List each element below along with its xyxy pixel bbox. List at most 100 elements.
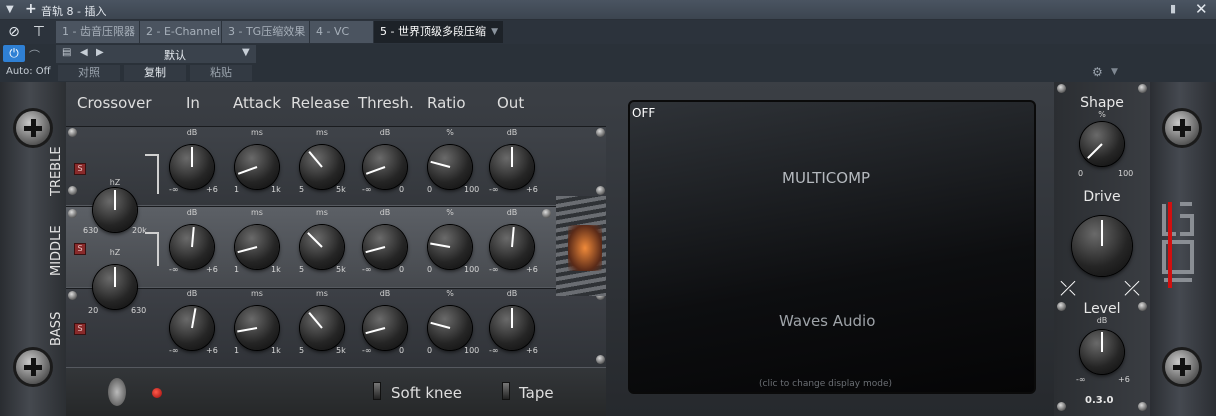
prev-preset-icon[interactable]: ◀ bbox=[80, 47, 88, 58]
shape-label: Shape bbox=[1080, 95, 1124, 111]
shape-knob[interactable] bbox=[1080, 122, 1124, 166]
preset-bar: ▤ ◀ ▶ 默认 ▼ bbox=[56, 45, 256, 63]
screw-icon bbox=[1057, 402, 1066, 411]
middle-release-unit: ms bbox=[316, 208, 328, 217]
header-release: Release bbox=[291, 94, 350, 112]
treble-thresh-min: -∞ bbox=[362, 185, 372, 194]
soft-knee-switch[interactable] bbox=[373, 382, 381, 400]
middle-in-knob[interactable] bbox=[170, 225, 214, 269]
tab-1[interactable]: 1 - 齿音压限器 bbox=[56, 21, 140, 43]
soft-knee-label: Soft knee bbox=[391, 384, 463, 402]
treble-thresh-knob[interactable] bbox=[363, 145, 407, 189]
title-bar: ▼ + 音轨 8 - 插入 ▮ ✕ bbox=[0, 0, 1216, 20]
tab-5[interactable]: 5 - 世界顶级多段压缩 ▼ bbox=[374, 21, 504, 43]
tab-3[interactable]: 3 - TG压缩效果 bbox=[222, 21, 310, 43]
shape-min: 0 bbox=[1078, 169, 1084, 178]
bass-in-min: -∞ bbox=[169, 346, 179, 355]
tape-label: Tape bbox=[519, 384, 554, 402]
tab-2[interactable]: 2 - E-Channel bbox=[140, 21, 222, 43]
treble-in-knob[interactable] bbox=[170, 145, 214, 189]
treble-release-min: 5 bbox=[299, 185, 305, 194]
middle-ratio-knob[interactable] bbox=[428, 225, 472, 269]
preset-list-icon[interactable]: ▤ bbox=[62, 47, 71, 58]
treble-in-min: -∞ bbox=[169, 185, 179, 194]
rack-screw-icon bbox=[1165, 111, 1199, 145]
shape-max: 100 bbox=[1118, 169, 1134, 178]
tab-dropdown-icon[interactable]: ▼ bbox=[491, 21, 498, 43]
solo-bass-button[interactable]: S bbox=[74, 323, 86, 335]
logo-accent bbox=[1168, 202, 1172, 288]
settings-dropdown-icon[interactable]: ▼ bbox=[1111, 67, 1118, 77]
middle-out-knob[interactable] bbox=[490, 225, 534, 269]
middle-attack-min: 1 bbox=[234, 265, 240, 274]
drive-min-curve-icon: ⤫ bbox=[1060, 276, 1076, 300]
bass-out-knob[interactable] bbox=[490, 306, 534, 350]
treble-attack-knob[interactable] bbox=[235, 145, 279, 189]
bypass-icon[interactable]: ⊘ bbox=[3, 22, 25, 42]
level-knob[interactable] bbox=[1080, 330, 1124, 374]
display-screen[interactable] bbox=[628, 100, 1036, 394]
next-preset-icon[interactable]: ▶ bbox=[96, 47, 104, 58]
pin-icon[interactable]: ▮ bbox=[1170, 2, 1176, 15]
header-out: Out bbox=[497, 94, 525, 112]
power-button[interactable]: ⏻ bbox=[3, 45, 25, 62]
bass-out-min: -∞ bbox=[489, 346, 499, 355]
treble-attack-min: 1 bbox=[234, 185, 240, 194]
side-chain-icon[interactable]: ⌒ bbox=[29, 47, 40, 63]
tape-switch[interactable] bbox=[502, 382, 510, 400]
crossover-low-max: 630 bbox=[131, 306, 147, 315]
header-in: In bbox=[186, 94, 200, 112]
collapse-arrow-icon[interactable]: ▼ bbox=[6, 4, 14, 15]
treble-out-unit: dB bbox=[506, 128, 518, 137]
copy-button[interactable]: 复制 bbox=[124, 65, 186, 81]
bass-release-knob[interactable] bbox=[300, 306, 344, 350]
compare-button[interactable]: 对照 bbox=[58, 65, 120, 81]
preset-name[interactable]: 默认 bbox=[164, 47, 186, 63]
screw-icon bbox=[596, 186, 605, 195]
middle-out-min: -∞ bbox=[489, 265, 499, 274]
middle-release-knob[interactable] bbox=[300, 225, 344, 269]
solo-treble-button[interactable]: S bbox=[74, 163, 86, 175]
crossover-low-knob[interactable] bbox=[93, 265, 137, 309]
treble-release-unit: ms bbox=[316, 128, 328, 137]
solo-middle-button[interactable]: S bbox=[74, 243, 86, 255]
crossover-high-min: 630 bbox=[83, 226, 99, 235]
screw-icon bbox=[68, 291, 77, 300]
middle-attack-knob[interactable] bbox=[235, 225, 279, 269]
tab-4[interactable]: 4 - VC 160 bbox=[310, 21, 374, 60]
screw-icon bbox=[68, 209, 77, 218]
close-icon[interactable]: ✕ bbox=[1195, 0, 1208, 18]
display-off-label: OFF bbox=[632, 106, 656, 120]
automation-status[interactable]: Auto: Off bbox=[6, 66, 51, 77]
bass-thresh-max: 0 bbox=[399, 346, 405, 355]
bypass-toggle-switch[interactable] bbox=[108, 378, 126, 406]
routing-icon[interactable]: ⊤ bbox=[28, 22, 50, 42]
middle-attack-unit: ms bbox=[251, 208, 263, 217]
bass-in-knob[interactable] bbox=[170, 306, 214, 350]
bass-ratio-knob[interactable] bbox=[428, 306, 472, 350]
window-title: 音轨 8 - 插入 bbox=[41, 5, 107, 18]
middle-in-max: +6 bbox=[206, 265, 218, 274]
bass-attack-unit: ms bbox=[251, 289, 263, 298]
middle-attack-max: 1k bbox=[271, 265, 281, 274]
preset-dropdown-icon[interactable]: ▼ bbox=[242, 47, 250, 58]
treble-release-knob[interactable] bbox=[300, 145, 344, 189]
treble-out-knob[interactable] bbox=[490, 145, 534, 189]
treble-ratio-knob[interactable] bbox=[428, 145, 472, 189]
treble-out-min: -∞ bbox=[489, 185, 499, 194]
header-crossover: Crossover bbox=[77, 94, 152, 112]
treble-attack-max: 1k bbox=[271, 185, 281, 194]
bass-out-unit: dB bbox=[506, 289, 518, 298]
middle-thresh-knob[interactable] bbox=[363, 225, 407, 269]
rack-screw-icon bbox=[16, 350, 50, 384]
add-icon[interactable]: + bbox=[25, 1, 37, 17]
rack-screw-icon bbox=[16, 111, 50, 145]
bass-thresh-knob[interactable] bbox=[363, 306, 407, 350]
bass-attack-knob[interactable] bbox=[235, 306, 279, 350]
treble-in-max: +6 bbox=[206, 185, 218, 194]
crossover-high-knob[interactable] bbox=[93, 188, 137, 232]
level-unit: dB bbox=[1096, 316, 1108, 325]
gear-icon[interactable]: ⚙ bbox=[1092, 65, 1103, 79]
paste-button[interactable]: 粘贴 bbox=[190, 65, 252, 81]
drive-knob[interactable] bbox=[1072, 216, 1132, 276]
